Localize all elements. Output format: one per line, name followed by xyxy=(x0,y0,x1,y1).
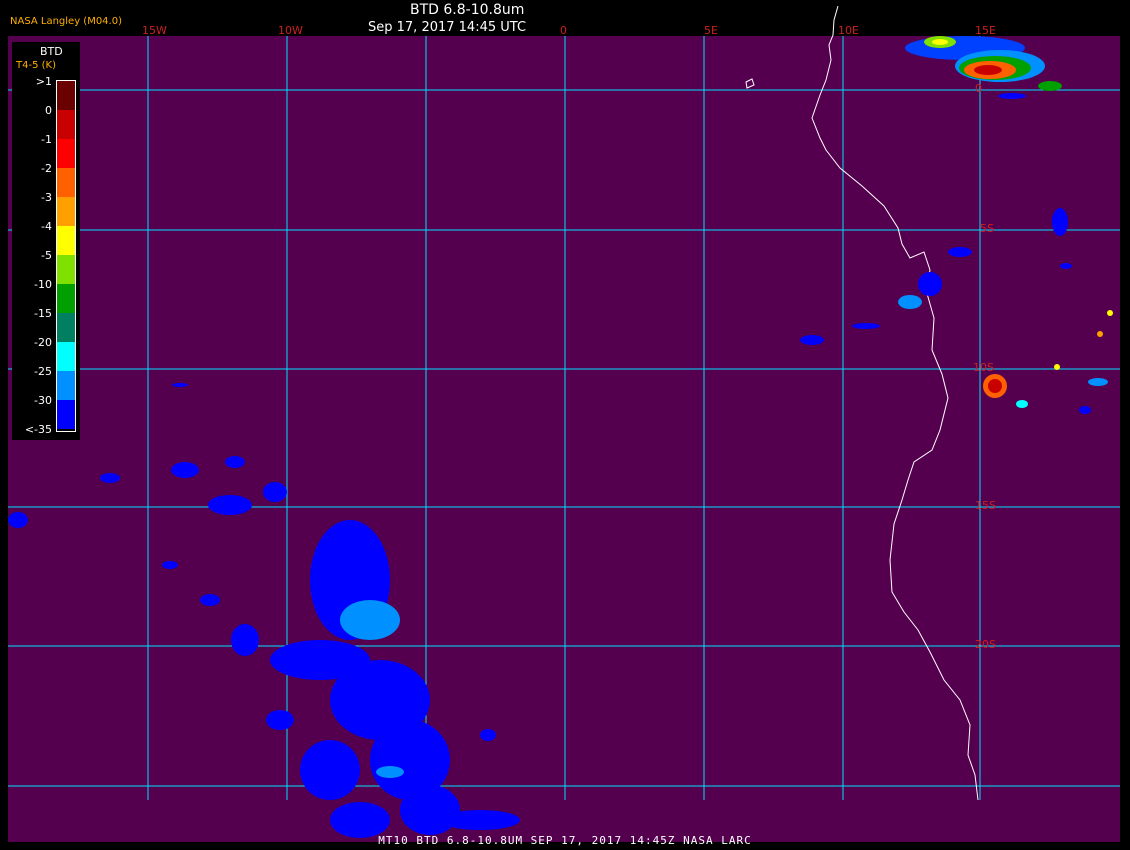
lat-label-15s: 15S xyxy=(975,499,996,512)
legend-tick-label: -30 xyxy=(34,394,52,407)
lon-label-0: 0 xyxy=(560,24,567,37)
map-title: BTD 6.8-10.8um xyxy=(410,2,525,18)
legend-swatch xyxy=(57,255,75,284)
island-outline xyxy=(745,78,755,89)
legend-tick-label: -20 xyxy=(34,336,52,349)
legend-tick-label: -5 xyxy=(41,249,52,262)
map-datetime: Sep 17, 2017 14:45 UTC xyxy=(368,20,527,35)
cloud-patches-east xyxy=(800,208,1091,414)
legend-tick-label: -1 xyxy=(41,133,52,146)
lon-label-10e: 10E xyxy=(838,24,859,37)
lat-label-5s: 5S xyxy=(980,222,994,235)
lat-label-20s: 20S xyxy=(975,638,996,651)
lon-label-15w: 15W xyxy=(142,24,167,37)
legend-tick-label: -10 xyxy=(34,278,52,291)
lat-label-0: 0 xyxy=(975,82,982,95)
legend-tick-label: -2 xyxy=(41,162,52,175)
lon-label-5e: 5E xyxy=(704,24,718,37)
legend-title: BTD xyxy=(40,45,63,58)
footer-caption: MT10 BTD 6.8-10.8UM SEP 17, 2017 14:45Z … xyxy=(378,834,752,847)
legend-swatch xyxy=(57,284,75,313)
legend-tick-label: -3 xyxy=(41,191,52,204)
legend-swatch xyxy=(57,226,75,255)
legend-subtitle: T4-5 (K) xyxy=(16,60,56,71)
legend-swatch xyxy=(57,197,75,226)
cloud-field-sw xyxy=(8,383,520,838)
legend-swatch xyxy=(57,139,75,168)
legend-swatch xyxy=(57,342,75,371)
coastline xyxy=(811,5,979,801)
graticule xyxy=(8,36,1120,800)
map-canvas xyxy=(8,5,1120,838)
legend-tick-label: -4 xyxy=(41,220,52,233)
color-legend: BTD T4-5 (K) >1 0 -1 -2 -3 -4 -5 -10 -15 -20 -25 -3… xyxy=(12,42,80,440)
lon-label-15e: 15E xyxy=(975,24,996,37)
lon-label-10w: 10W xyxy=(278,24,303,37)
lat-label-10s: 10S xyxy=(973,361,994,374)
legend-swatch xyxy=(57,168,75,197)
legend-tick-label: >1 xyxy=(35,75,52,88)
legend-swatch xyxy=(57,313,75,342)
legend-swatch xyxy=(57,371,75,400)
legend-tick-label: 0 xyxy=(45,104,52,117)
legend-swatch xyxy=(57,110,75,139)
legend-colorbar xyxy=(56,80,76,432)
storm-cell-10s xyxy=(983,310,1113,408)
legend-tick-label: <-35 xyxy=(24,423,52,436)
legend-swatch xyxy=(57,81,75,110)
legend-swatch xyxy=(57,400,75,429)
legend-tick-label: -25 xyxy=(34,365,52,378)
legend-tick-label: -15 xyxy=(34,307,52,320)
credit-label: NASA Langley (M04.0) xyxy=(10,16,122,27)
